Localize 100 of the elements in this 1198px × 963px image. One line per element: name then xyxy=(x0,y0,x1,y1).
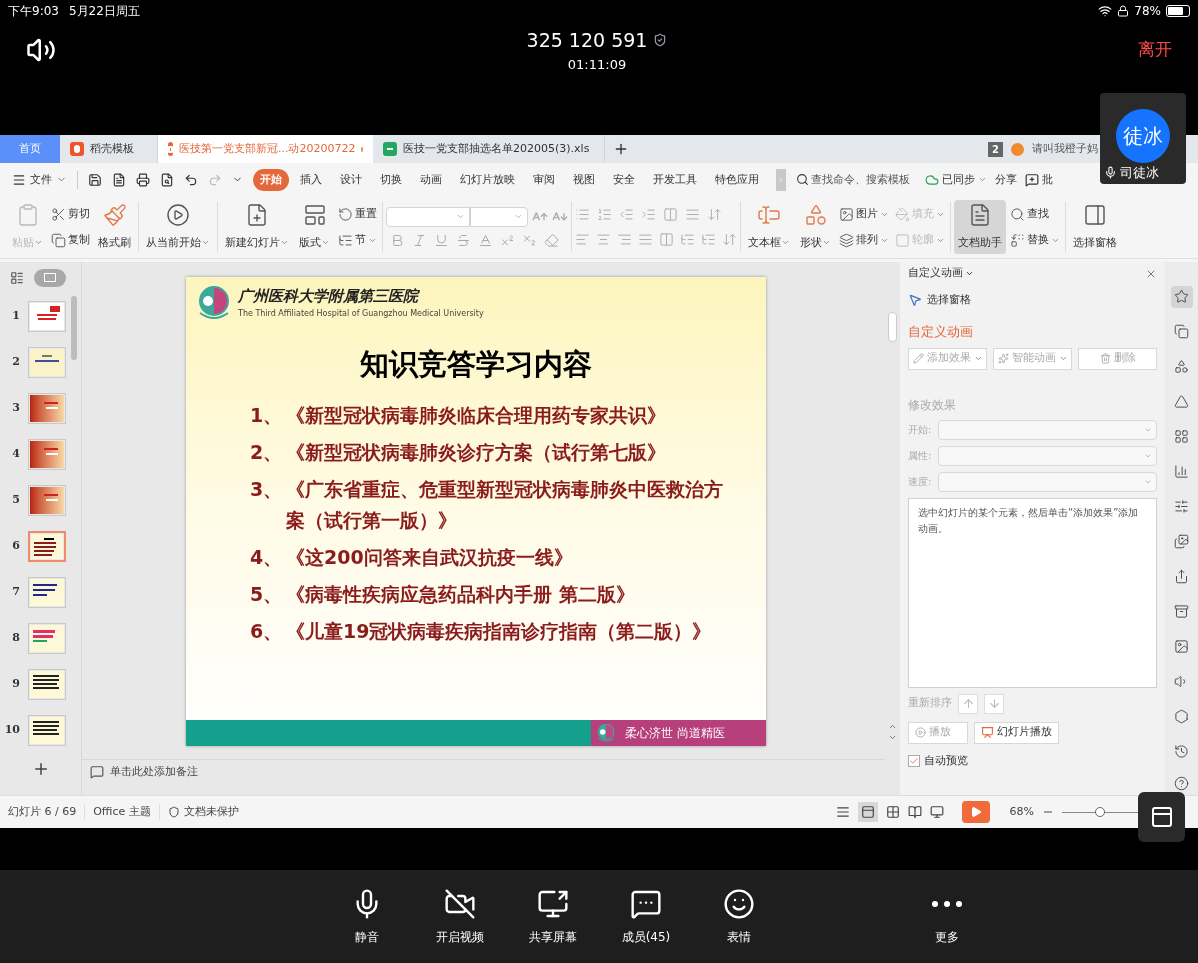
normal-view-icon[interactable] xyxy=(857,802,878,823)
ribbon-button[interactable]: 图片 xyxy=(837,203,891,226)
meeting-control[interactable]: 开启视频 xyxy=(415,888,505,946)
file-menu[interactable]: 文件 xyxy=(12,171,67,189)
ribbon-tab[interactable]: 开发工具 xyxy=(646,168,704,191)
outdent-icon[interactable] xyxy=(619,207,634,223)
slide-thumbnail[interactable] xyxy=(28,623,66,655)
text-direction-icon[interactable] xyxy=(663,207,678,223)
window-count[interactable]: 2 xyxy=(988,141,1003,157)
dropdown-field[interactable] xyxy=(938,419,1157,440)
protection-status[interactable]: 文档未保护 xyxy=(159,803,247,821)
ribbon-tab[interactable]: 幻灯片放映 xyxy=(453,168,522,191)
slide-thumbnail[interactable] xyxy=(28,301,66,333)
meeting-control[interactable]: 共享屏幕 xyxy=(508,888,598,946)
ribbon-button[interactable]: 选择窗格 xyxy=(1069,200,1121,255)
toolbar-action[interactable]: 分享 xyxy=(995,171,1017,189)
ribbon-button[interactable]: 复制 xyxy=(49,229,92,252)
zoom-value[interactable]: 68% xyxy=(1009,803,1034,821)
ribbon-tab[interactable]: 审阅 xyxy=(526,168,562,191)
video-tile[interactable]: 徒冰 司徒冰 xyxy=(1100,93,1186,184)
help-icon[interactable] xyxy=(1174,775,1189,791)
ribbon-button[interactable]: 文本框 xyxy=(744,200,794,255)
superscript-icon[interactable] xyxy=(500,232,515,248)
scrollbar-thumb[interactable] xyxy=(71,295,77,360)
ribbon-button[interactable]: 版式 xyxy=(295,200,334,255)
spacing-icon[interactable] xyxy=(722,232,737,248)
slide-thumbnail[interactable] xyxy=(28,577,66,609)
ribbon-button[interactable]: 替换 xyxy=(1008,229,1062,252)
ribbon-button[interactable]: 文档助手 xyxy=(954,200,1006,255)
outline-view-icon[interactable] xyxy=(10,270,24,285)
ribbon-tab[interactable]: 插入 xyxy=(293,168,329,191)
checkbox[interactable] xyxy=(908,754,920,767)
ribbon-tab[interactable]: 特色应用 xyxy=(708,168,766,191)
ribbon-button[interactable]: 格式刷 xyxy=(94,200,135,255)
align-right-icon[interactable] xyxy=(617,232,632,248)
line-spacing-icon[interactable] xyxy=(707,207,722,223)
slide-thumbnail[interactable] xyxy=(28,531,66,563)
slide-thumbnail[interactable] xyxy=(28,485,66,517)
meeting-control[interactable]: 更多 xyxy=(902,888,992,946)
distribute-icon[interactable] xyxy=(659,232,674,248)
italic-icon[interactable] xyxy=(412,232,427,248)
indent-icon[interactable] xyxy=(641,207,656,223)
save-icon[interactable] xyxy=(88,172,102,187)
justify-icon[interactable] xyxy=(638,232,653,248)
notes-placeholder[interactable]: 单击此处添加备注 xyxy=(110,763,198,781)
bold-icon[interactable] xyxy=(390,232,405,248)
reading-view-icon[interactable] xyxy=(907,805,922,820)
spacing-before-icon[interactable] xyxy=(680,232,695,248)
pane-title[interactable]: 自定义动画 xyxy=(908,265,963,282)
strikethrough-icon[interactable] xyxy=(456,232,471,248)
slide-thumbnail[interactable] xyxy=(28,439,66,471)
ribbon-button[interactable]: 排列 xyxy=(837,229,891,252)
ribbon-button[interactable]: 重置 xyxy=(336,203,379,226)
spacing-after-icon[interactable] xyxy=(701,232,716,248)
numbered-list-icon[interactable] xyxy=(597,207,612,223)
font-size-field[interactable] xyxy=(470,206,528,227)
slide-thumbnail[interactable] xyxy=(28,669,66,701)
slide-thumbnail[interactable] xyxy=(28,347,66,379)
ribbon-button[interactable]: 剪切 xyxy=(49,203,92,226)
notes-toggle-icon[interactable] xyxy=(835,805,850,820)
font-name-field[interactable] xyxy=(386,206,470,227)
eraser-icon[interactable] xyxy=(544,232,559,248)
subscript-icon[interactable] xyxy=(522,232,537,248)
user-avatar-icon[interactable] xyxy=(1011,142,1024,156)
print-icon[interactable] xyxy=(136,172,150,187)
ribbon-tab[interactable]: 动画 xyxy=(413,168,449,191)
redo-icon[interactable] xyxy=(208,172,222,187)
ribbon-button[interactable]: 从当前开始 xyxy=(142,200,214,255)
ribbon-tab[interactable]: 视图 xyxy=(566,168,602,191)
ribbon-button[interactable]: 节 xyxy=(336,229,379,252)
document-tab[interactable]: 医技第一党支部新冠...动20200722 xyxy=(158,135,373,163)
select-pane-link[interactable]: 选择窗格 xyxy=(908,291,1157,309)
underline-icon[interactable] xyxy=(434,232,449,248)
print-preview-icon[interactable] xyxy=(160,172,174,187)
dropdown-field[interactable] xyxy=(938,471,1157,492)
minimize-window-button[interactable] xyxy=(1138,792,1185,842)
presenter-view-icon[interactable] xyxy=(929,805,944,820)
toolbar-action[interactable]: 批 xyxy=(1025,171,1053,189)
slide-thumbnail[interactable] xyxy=(28,715,66,747)
slide-thumbnail[interactable] xyxy=(28,393,66,425)
ribbon-button[interactable]: 查找 xyxy=(1008,203,1062,226)
zoom-slider[interactable] xyxy=(1062,806,1138,819)
meeting-control[interactable]: 成员(45) xyxy=(601,888,691,946)
align-text-icon[interactable] xyxy=(685,207,700,223)
animation-list[interactable]: 选中幻灯片的某个元素，然后单击“添加效果”添加动画。 xyxy=(908,497,1157,688)
export-icon[interactable] xyxy=(112,172,126,187)
bullet-list-icon[interactable] xyxy=(575,207,590,223)
meeting-control[interactable]: 表情 xyxy=(694,888,784,946)
meeting-control[interactable]: 静音 xyxy=(322,888,412,946)
move-down-button[interactable] xyxy=(984,693,1004,714)
ribbon-button[interactable]: 形状 xyxy=(796,200,835,255)
slideshow-button[interactable] xyxy=(961,801,990,824)
play-button[interactable]: 幻灯片播放 xyxy=(974,721,1059,744)
align-left-icon[interactable] xyxy=(575,232,590,248)
font-color-icon[interactable] xyxy=(478,232,493,248)
undo-icon[interactable] xyxy=(184,172,198,187)
scrollbar-thumb[interactable] xyxy=(888,311,897,342)
new-tab-icon[interactable] xyxy=(613,141,629,157)
dropdown-field[interactable] xyxy=(938,445,1157,466)
toolbar-action[interactable]: 已同步 xyxy=(925,171,987,189)
